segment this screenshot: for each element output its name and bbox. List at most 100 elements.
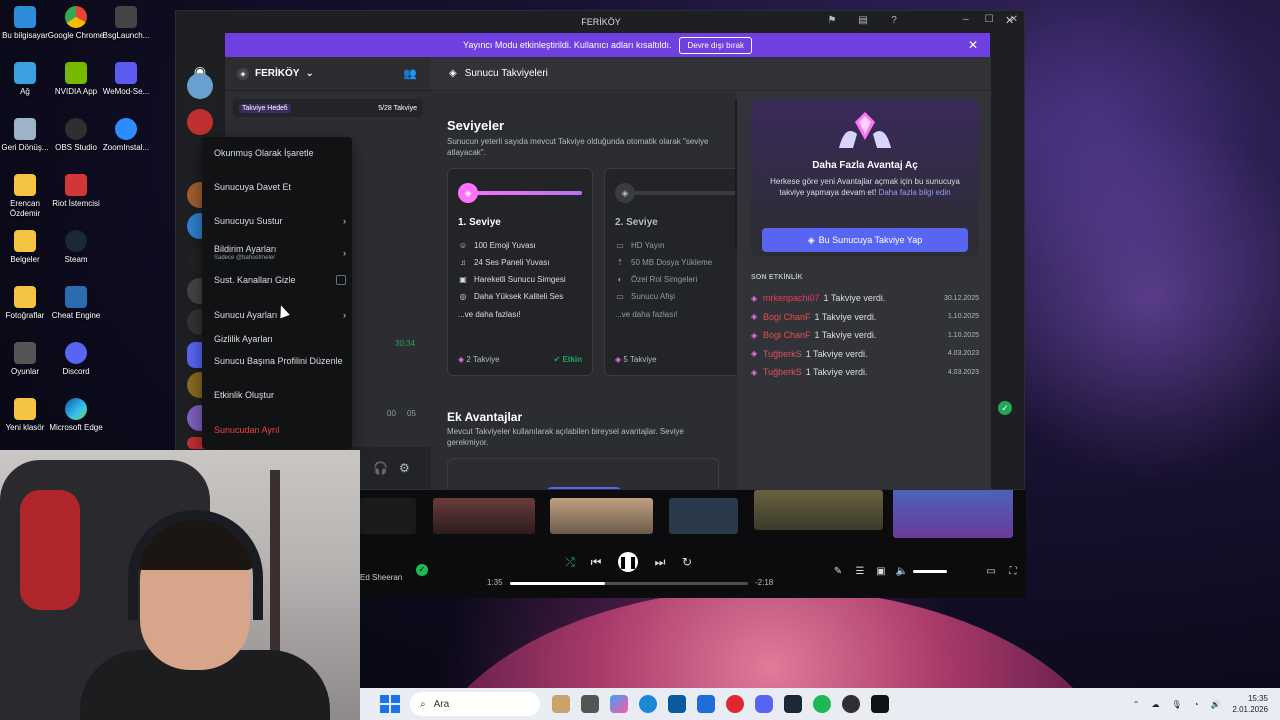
pause-button[interactable]: ❚❚ (618, 552, 638, 572)
spotify-icon[interactable] (813, 695, 831, 713)
hide-muted-checkbox[interactable] (336, 275, 346, 285)
levels-section: Seviyeler Sunucun yeterli sayıda mevcut … (431, 92, 737, 489)
learn-more-link[interactable]: Daha fazla bilgi edin (879, 188, 951, 197)
boost-gem-icon: ◈ (449, 68, 457, 79)
liked-check-icon[interactable]: ✓ (416, 564, 428, 576)
copilot-icon[interactable] (610, 695, 628, 713)
previous-icon[interactable]: ⏮ (586, 552, 606, 572)
next-icon[interactable]: ⏭ (650, 552, 670, 572)
edge-icon[interactable] (639, 695, 657, 713)
content-scrollbar[interactable] (735, 100, 737, 250)
discord-icon (65, 342, 87, 364)
flag-icon[interactable]: ⚑ (826, 15, 838, 27)
menu-item-mark-read[interactable]: Okunmuş Olarak İşaretle (214, 148, 346, 158)
recent-activity-row: ◈ TuğberkS 1 Takviye verdi. 4.03.2023 (751, 346, 979, 362)
store-icon[interactable] (668, 695, 686, 713)
settings-gear-icon[interactable]: ⚙ (399, 461, 410, 475)
activity-user[interactable]: TuğberkS (763, 367, 802, 377)
perk-item: ▣ Hareketli Sunucu Simgesi (459, 275, 566, 284)
fullscreen-icon[interactable]: ⛶ (1003, 562, 1023, 582)
boost-gem-icon: ◈ (751, 367, 758, 377)
maximize-icon[interactable]: ☐ (985, 14, 994, 25)
menu-item-leave-server[interactable]: Sunucudan Ayrıl (214, 425, 346, 435)
opera-icon[interactable] (726, 695, 744, 713)
level-gem-icon: ◈ (615, 183, 635, 203)
steam-icon[interactable] (784, 695, 802, 713)
recent-activity-row: ◈ TuğberkS 1 Takviye verdi. 4.03.2023 (751, 364, 979, 380)
menu-item-mute-server[interactable]: Sunucuyu Sustur › (214, 216, 346, 226)
volume-slider[interactable] (913, 570, 947, 573)
device-icon[interactable]: ▣ (871, 562, 891, 582)
cloud-icon[interactable]: ☁ (1151, 700, 1159, 709)
banner-close-icon[interactable]: ✕ (968, 38, 978, 52)
emoji-icon: ☺ (458, 241, 468, 250)
server-header[interactable]: ◈ FERİKÖY ⌄ (225, 57, 431, 91)
desktop-icon-cheat-engine[interactable]: Cheat Engine (45, 286, 107, 321)
server-icon[interactable] (187, 73, 213, 99)
thumbnail[interactable] (360, 498, 416, 534)
activity-action: 1 Takviye verdi. (823, 293, 886, 303)
headphones-icon[interactable]: 🎧 (373, 461, 388, 475)
inbox-icon[interactable]: ▤ (857, 15, 869, 27)
activity-user[interactable]: Bogi ChanF (763, 330, 811, 340)
levels-title: Seviyeler (447, 118, 505, 133)
help-icon[interactable]: ? (888, 15, 900, 27)
recent-activity-heading: SON ETKİNLİK (751, 274, 803, 281)
thumbnail[interactable] (550, 498, 653, 534)
activity-user[interactable]: mrkenpachi07 (763, 293, 820, 303)
desktop-icon-discord[interactable]: Discord (45, 342, 107, 377)
discord-icon[interactable] (755, 695, 773, 713)
wifi-icon[interactable]: ◔ (1194, 700, 1199, 709)
desktop-icon-wemod[interactable]: WeMod-Se... (95, 62, 157, 97)
perk-item: ◎ Daha Yüksek Kaliteli Ses (459, 292, 564, 301)
obs-icon (65, 118, 87, 140)
chevron-up-icon[interactable]: ⌃ (1133, 700, 1140, 709)
menu-item-hide-muted-channels[interactable]: Sust. Kanalları Gizle (214, 275, 346, 285)
task-view-icon[interactable] (581, 695, 599, 713)
disable-streamer-mode-button[interactable]: Devre dışı bırak (679, 36, 752, 54)
repeat-icon[interactable]: ↻ (677, 552, 697, 572)
shuffle-icon[interactable]: ⤮ (560, 552, 580, 572)
search-icon: ⌕ (420, 698, 426, 710)
start-button[interactable] (380, 695, 400, 713)
boost-gem-icon: ◈ (807, 234, 815, 245)
desktop-icon-zoom[interactable]: ZoomInstal... (95, 118, 157, 153)
volume-icon[interactable]: 🔈 (892, 562, 912, 582)
boost-gem-icon: ◈ (751, 293, 758, 303)
desktop-icon-bsg[interactable]: BsgLaunch... (95, 6, 157, 41)
activity-user[interactable]: TuğberkS (763, 349, 802, 359)
server-icon[interactable] (187, 109, 213, 135)
boost-server-button[interactable]: ◈ Bu Sunucuya Takviye Yap (762, 228, 968, 252)
activity-user[interactable]: Bogi ChanF (763, 312, 811, 322)
menu-item-create-event[interactable]: Etkinlik Oluştur (214, 390, 346, 400)
extra-perks-title: Ek Avantajlar (447, 410, 523, 424)
queue-icon[interactable]: ☰ (850, 562, 870, 582)
outlook-icon[interactable] (697, 695, 715, 713)
desktop-icon-steam[interactable]: Steam (45, 230, 107, 265)
speaker-icon[interactable]: 🔊 (1210, 700, 1220, 709)
mic-icon[interactable]: 🎙 (1171, 700, 1181, 709)
desktop-icon-edge[interactable]: Microsoft Edge (45, 398, 107, 433)
clock[interactable]: 15:35 2.01.2026 (1232, 693, 1268, 715)
epic-games-icon[interactable] (871, 695, 889, 713)
menu-item-privacy-settings[interactable]: Gizlilik Ayarları (214, 334, 346, 344)
desktop-icon-riot[interactable]: Riot İstemcisi (45, 174, 107, 209)
taskbar-search[interactable]: ⌕ Ara (410, 692, 540, 716)
thumbnail[interactable] (754, 490, 883, 530)
lyrics-icon[interactable]: ✎ (828, 562, 848, 582)
menu-item-edit-server-profile[interactable]: Sunucu Başına Profilini Düzenle (214, 356, 346, 366)
banner-icon: ▭ (616, 292, 624, 301)
perk-item: ▭ Sunucu Afişi (616, 292, 676, 301)
menu-item-invite[interactable]: Sunucuya Davet Et (214, 182, 346, 192)
miniplayer-icon[interactable]: ▭ (981, 562, 1001, 582)
background-window-close-icon[interactable]: ✕ (1005, 14, 1014, 27)
thumbnail[interactable] (433, 498, 535, 534)
minimize-icon[interactable]: – (963, 14, 969, 25)
invite-people-icon[interactable]: 👥 (403, 67, 417, 80)
thumbnail[interactable] (669, 498, 738, 534)
obs-icon[interactable] (842, 695, 860, 713)
boost-goal-bar[interactable]: Takviye Hedefi 5/28 Takviye (233, 99, 423, 117)
widgets-icon[interactable] (552, 695, 570, 713)
playback-progress[interactable] (510, 582, 748, 585)
voice-timer: 30:34 (395, 339, 416, 348)
